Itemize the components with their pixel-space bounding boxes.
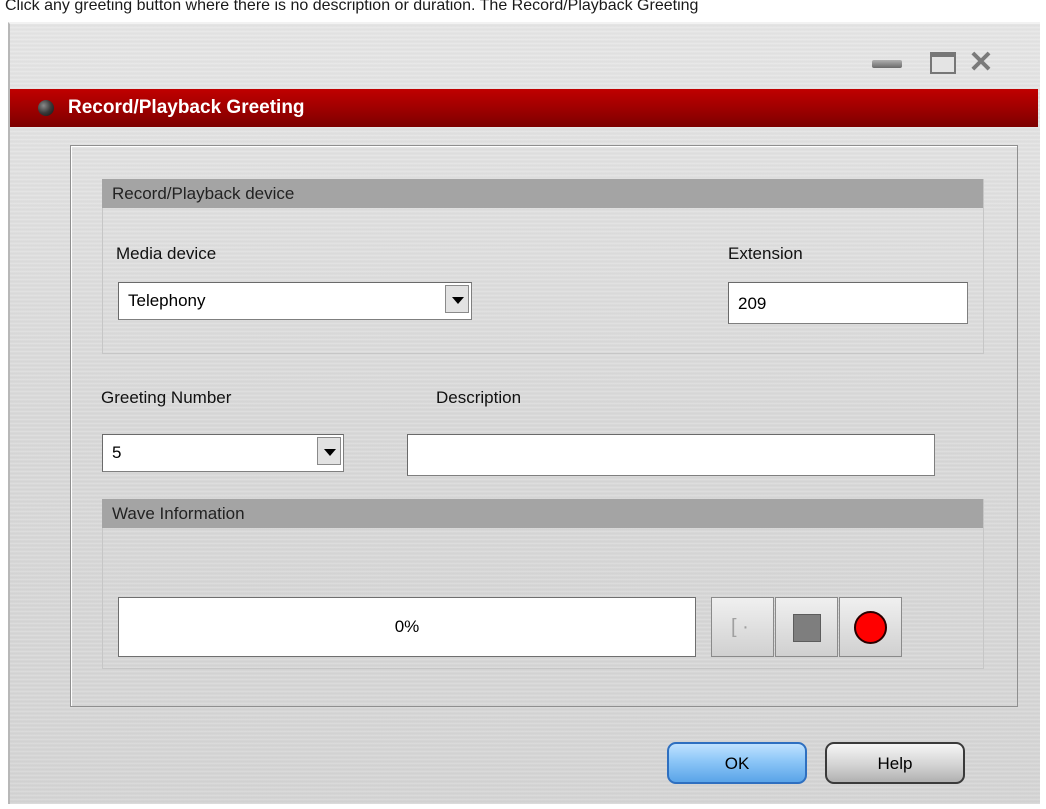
device-section-header: Record/Playback device xyxy=(102,179,983,208)
play-button[interactable]: [ · xyxy=(711,597,774,657)
wave-progress-bar: 0% xyxy=(118,597,696,657)
stop-icon xyxy=(793,614,821,642)
record-icon xyxy=(854,611,887,644)
window-orb-icon xyxy=(38,100,54,116)
title-bar: Record/Playback Greeting xyxy=(10,89,1038,127)
minimize-icon[interactable] xyxy=(872,60,902,68)
window-title: Record/Playback Greeting xyxy=(68,97,305,118)
chevron-down-icon[interactable] xyxy=(445,285,469,313)
progress-percent: 0% xyxy=(394,617,420,636)
description-label: Description xyxy=(436,388,522,407)
chevron-down-icon[interactable] xyxy=(317,437,341,465)
instruction-caption: Click any greeting button where there is… xyxy=(5,0,699,14)
close-icon[interactable]: ✕ xyxy=(966,48,996,78)
extension-field[interactable]: 209 xyxy=(728,282,968,324)
extension-label: Extension xyxy=(728,244,803,263)
greeting-number-dropdown[interactable]: 5 xyxy=(102,434,344,472)
stop-button[interactable] xyxy=(775,597,838,657)
media-device-dropdown[interactable]: Telephony xyxy=(118,282,472,320)
greeting-number-value: 5 xyxy=(112,443,122,462)
ok-button[interactable]: OK xyxy=(667,742,807,784)
play-icon: [ · xyxy=(731,616,749,638)
media-device-label: Media device xyxy=(116,244,217,263)
wave-section-header: Wave Information xyxy=(102,499,983,528)
extension-value: 209 xyxy=(738,294,767,313)
record-playback-dialog: ✕ Record/Playback Greeting Record/Playba… xyxy=(8,22,1040,804)
help-button[interactable]: Help xyxy=(825,742,965,784)
record-button[interactable] xyxy=(839,597,902,657)
media-device-value: Telephony xyxy=(128,291,206,310)
description-field[interactable] xyxy=(407,434,935,476)
maximize-icon[interactable] xyxy=(930,52,956,74)
greeting-number-label: Greeting Number xyxy=(101,388,232,407)
